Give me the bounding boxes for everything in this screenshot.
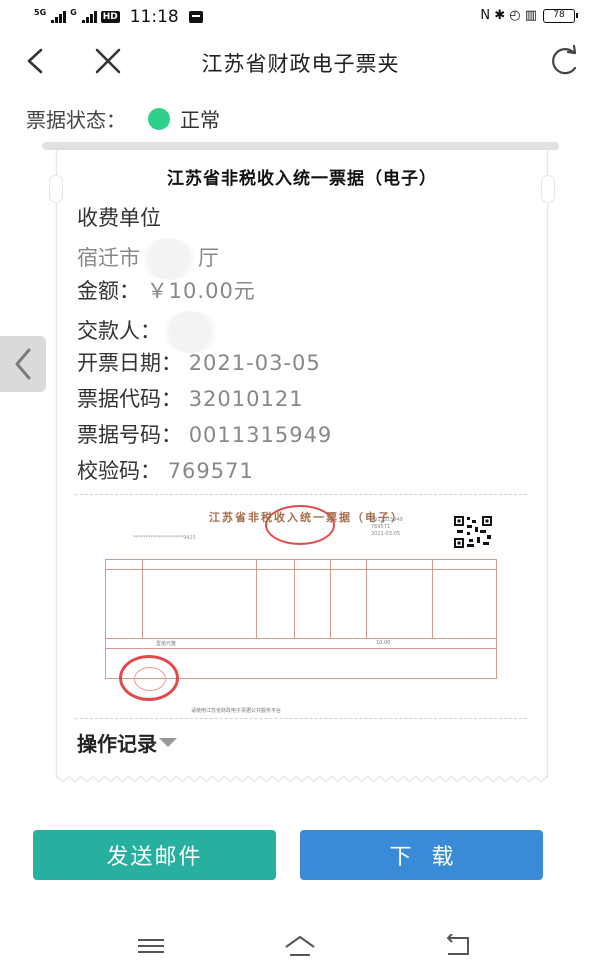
amount-row: 金额： ￥10.00元: [77, 275, 256, 305]
qr-code-icon: [453, 515, 493, 549]
previous-ticket-button[interactable]: [0, 336, 46, 392]
privacy-blur: [140, 238, 198, 280]
invoice-image[interactable]: 江苏省非税收入统一票据（电子） ********************9425…: [101, 505, 499, 717]
ticket-card: 江苏省非税收入统一票据（电子） 收费单位 宿迁市 厅 金额： ￥10.00元 交款…: [56, 150, 548, 783]
table-line: [106, 648, 496, 649]
table-line: [294, 560, 295, 638]
invoice-footer-text: 请使用江苏省财政电子票据公共服务平台: [191, 708, 282, 714]
message-icon: [188, 11, 203, 23]
amount-label: 金额：: [77, 279, 140, 303]
system-status-icons: N ✱ ◴ ▥: [480, 8, 537, 23]
table-line: [106, 638, 496, 639]
network-g-label: G: [70, 7, 77, 17]
status-bar-right: N ✱ ◴ ▥ 78: [480, 8, 578, 23]
amount-value: ￥10.00元: [146, 279, 256, 303]
payer-label: 交款人：: [77, 319, 161, 343]
hd-badge: HD: [100, 11, 120, 23]
table-line: [432, 560, 433, 638]
operation-records-toggle[interactable]: 操作记录: [77, 728, 177, 757]
ticket-edge-zigzag: [57, 776, 547, 783]
send-email-button[interactable]: 发送邮件: [33, 830, 276, 880]
invoice-image-masked-code: ********************9425: [133, 535, 196, 541]
code-label: 票据代码：: [77, 387, 182, 411]
unit-label: 收费单位: [77, 206, 161, 230]
date-label: 开票日期：: [77, 351, 182, 375]
caret-down-icon: [159, 738, 177, 747]
status-time: 11:18: [129, 7, 179, 27]
page-title: 江苏省财政电子票夹: [201, 52, 400, 76]
chevron-left-icon: [15, 348, 31, 380]
refresh-icon[interactable]: [547, 44, 581, 78]
unit-value-part2: 厅: [198, 246, 219, 270]
ticket-status-label: 票据状态：: [26, 108, 126, 132]
check-row: 校验码： 769571: [77, 455, 254, 485]
ticket-notch-right: [541, 175, 555, 203]
date-row: 开票日期： 2021-03-05: [77, 347, 321, 377]
code-value: 32010121: [188, 387, 304, 411]
ticket-slot-bar: [42, 142, 559, 150]
stamp-bottom-icon: [119, 655, 179, 701]
divider: [75, 718, 527, 719]
invoice-image-meta-date: 2021-03-05: [371, 531, 401, 537]
status-bar: 5G G HD 11:18 N ✱ ◴ ▥ 78: [0, 0, 601, 34]
table-line: [142, 560, 143, 638]
table-line: [366, 560, 367, 638]
unit-label-row: 收费单位: [77, 202, 161, 232]
number-value: 0011315949: [188, 423, 333, 447]
invoice-table-header: [106, 560, 496, 570]
check-value: 769571: [167, 459, 254, 483]
divider: [75, 494, 527, 495]
network-5g-label: 5G: [34, 7, 47, 17]
unit-value-row: 宿迁市 厅: [77, 238, 219, 280]
invoice-image-meta-check: 769571: [371, 524, 391, 530]
date-value: 2021-03-05: [188, 351, 321, 375]
battery-icon: 78: [543, 8, 578, 23]
table-line: [256, 560, 257, 638]
system-back-icon[interactable]: [440, 934, 474, 958]
check-label: 校验码：: [77, 459, 161, 483]
invoice-image-meta-right: 0011315949 769571 2021-03-05: [371, 517, 403, 538]
invoice-image-meta-number: 0011315949: [371, 517, 403, 523]
invoice-image-meta: ********************9425: [103, 535, 243, 541]
download-button[interactable]: 下载: [300, 830, 543, 880]
home-icon[interactable]: [283, 934, 317, 958]
unit-value-part1: 宿迁市: [77, 246, 140, 270]
nav-bar: 江苏省财政电子票夹: [0, 36, 601, 86]
table-line: [330, 560, 331, 638]
signal-icon: [51, 11, 67, 23]
signal-icon-2: [81, 11, 97, 23]
number-row: 票据号码： 0011315949: [77, 419, 332, 449]
ticket-title: 江苏省非税收入统一票据（电子）: [167, 169, 437, 189]
invoice-capital-amount: 壹拾元整: [156, 641, 177, 647]
menu-icon[interactable]: [134, 934, 168, 958]
operation-records-label: 操作记录: [77, 732, 157, 756]
number-label: 票据号码：: [77, 423, 182, 447]
ticket-status-value: 正常: [180, 108, 220, 132]
ticket-status-row: 票据状态： 正常: [26, 104, 220, 133]
code-row: 票据代码： 32010121: [77, 383, 304, 413]
ticket-notch-left: [49, 175, 63, 203]
status-dot-icon: [148, 107, 170, 130]
status-bar-left: 5G G HD 11:18: [34, 7, 203, 27]
invoice-small-amount: 10.00: [376, 640, 391, 646]
